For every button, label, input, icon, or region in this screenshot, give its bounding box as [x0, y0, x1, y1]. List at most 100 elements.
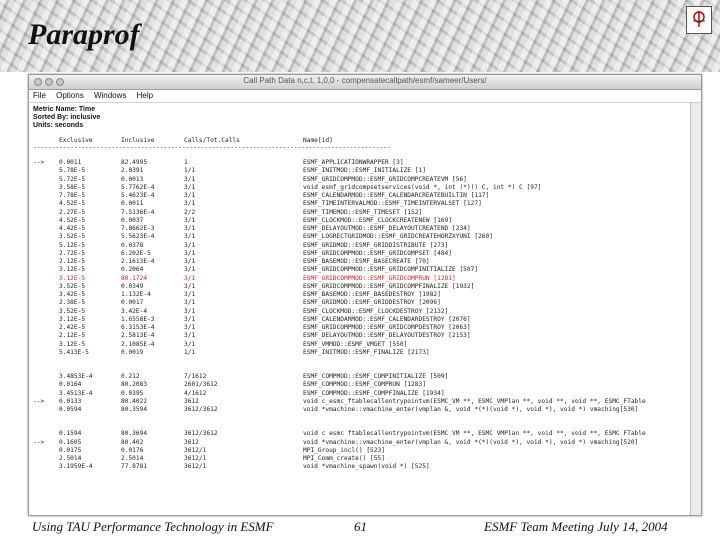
inclusive-cell: 2.0391 [121, 167, 144, 175]
table-row[interactable]: 4.52E-5 0.0037 3/1 ESMF_CLOCKMOD::ESMF_CLOC… [33, 217, 691, 225]
inclusive-cell: 0.0037 [121, 216, 144, 224]
table-row[interactable]: --> 0.0133 80.4022 3612 void c_esmc_ftableca… [33, 398, 691, 406]
calls-cell: 3/1 [184, 183, 196, 191]
calls-cell: 1/1 [184, 348, 196, 356]
table-row[interactable]: 4.52E-5 0.0011 3/1 ESMF_TIMEINTERVALMOD::ES… [33, 200, 691, 208]
table-row[interactable]: 2.12E-5 2.5813E-4 3/1 ESMF_DELAYOUTMOD::ESM… [33, 332, 691, 340]
menu-help[interactable]: Help [137, 91, 153, 100]
exclusive-cell: 3.12E-5 [59, 274, 86, 282]
table-row[interactable]: 0.0594 80.3594 3612/3612 void *vmachine::vm… [33, 406, 691, 414]
function-name-cell: ESMF_INITMOD::ESMF_FINALIZE [2173] [303, 348, 430, 356]
focus-marker [33, 316, 59, 324]
inclusive-cell: 80.3694 [121, 430, 148, 438]
inclusive-cell: 2.5813E-4 [121, 332, 155, 340]
inclusive-cell: 5.4623E-4 [121, 192, 155, 199]
table-row[interactable]: 3.12E-5 80.1724 3/1 ESMF_GRIDCOMPMOD::ESMF_… [33, 275, 691, 283]
function-name-cell: void c esmc ftablecallentrypointvm(ESMC … [303, 430, 646, 438]
table-row[interactable]: 5.78E-5 2.0391 1/1 ESMF_INITMOD::ESMF_INITI… [33, 167, 691, 175]
table-row[interactable]: 0.0175 0.0176 3612/1 MPI_Group_incl() [523] [33, 447, 691, 455]
table-row[interactable]: 2.38E-5 0.0017 3/1 ESMF_GRIDMOD::ESMF_GRIDD… [33, 299, 691, 307]
menu-bar: File Options Windows Help [29, 90, 701, 103]
window-titlebar[interactable]: Call Path Data n,c,t, 1,0,0 - compensate… [29, 75, 701, 90]
exclusive-cell: 3.42E-5 [59, 291, 86, 298]
table-row[interactable]: 3.52E-5 3.42E-4 3/1 ESMF_CLOCKMOD::ESMF_CLO… [33, 308, 691, 316]
slide-title: Paraprof [28, 18, 140, 51]
table-row[interactable]: --> 0.0011 82.4995 1 ESMF_APPLICATIONWRAPPER… [33, 159, 691, 167]
column-exclusive: Exclusive [59, 137, 93, 144]
menu-file[interactable]: File [33, 91, 46, 100]
call-path-block-2: 3.4853E-4 0.212 7/1612 ESMF_COMPMOD::ESMF_C… [33, 373, 691, 414]
calls-cell: 3612/1 [184, 455, 207, 462]
inclusive-cell: 80.4022 [121, 397, 148, 405]
focus-marker [33, 200, 59, 208]
column-name: Name[id] [303, 137, 333, 144]
menu-windows[interactable]: Windows [94, 91, 126, 100]
exclusive-cell: 0.0011 [59, 159, 82, 166]
calls-cell: 3/1 [184, 291, 196, 298]
function-name-cell: ESMF_GRIDCOMPMOD::ESMF_GRIDCOMPSET [484] [303, 249, 453, 257]
table-row[interactable]: 3.1959E-4 77.8781 3612/1 void *vmachine_spa… [33, 463, 691, 471]
table-row[interactable]: 4.42E-5 7.8662E-3 3/1 ESMF_DELAYOUTMOD::ESM… [33, 225, 691, 233]
calls-cell: 3/1 [184, 332, 196, 340]
metric-name-line: Metric Name: Time [33, 106, 96, 113]
table-row[interactable]: 2.12E-5 2.1613E-4 3/1 ESMF_BASEMOD::ESMF_BA… [33, 258, 691, 266]
table-row[interactable]: 3.12E-5 1.6558E-3 3/1 ESMF_CALENDARMOD::ESM… [33, 316, 691, 324]
calls-cell: 3/1 [184, 266, 196, 274]
inclusive-cell: 3.42E-4 [121, 307, 148, 315]
table-row[interactable]: 3.12E-5 2.1085E-4 3/1 ESMF_VMMOD::ESMF_VMGE… [33, 341, 691, 349]
column-headers: Exclusive Inclusive Calls/Tot.Calls Name… [33, 137, 691, 145]
calls-cell: 1/1 [184, 167, 196, 175]
table-row[interactable]: 7.78E-5 5.4623E-4 3/1 ESMF_CALENDARMOD::ESM… [33, 192, 691, 200]
inclusive-cell: 5.7762E-4 [121, 183, 155, 191]
focus-marker [33, 324, 59, 332]
menu-options[interactable]: Options [56, 91, 84, 100]
call-path-report[interactable]: Metric Name: Time Sorted By: inclusive U… [29, 103, 691, 515]
exclusive-cell: 0.0594 [59, 406, 82, 413]
function-name-cell: MPI_Group_incl() [523] [303, 446, 385, 454]
exclusive-cell: 0.1605 [59, 438, 82, 446]
focus-marker [33, 209, 59, 217]
table-row[interactable]: 3.52E-5 5.5623E-4 3/1 ESMF_LOGRECTGRIDMOD::… [33, 233, 691, 241]
table-row[interactable]: 5.12E-5 0.0378 3/1 ESMF_GRIDMOD::ESMF_GRIDD… [33, 242, 691, 250]
focus-marker [33, 258, 59, 266]
table-row[interactable]: 3.4513E-4 0.0395 4/1612 ESMF_COMPMOD::ESMF_… [33, 390, 691, 398]
table-row[interactable]: 2.42E-5 6.3153E-4 3/1 ESMF_GRIDCOMPMOD::ESM… [33, 324, 691, 332]
exclusive-cell: 3.58E-5 [59, 183, 86, 191]
exclusive-cell: 2.27E-5 [59, 208, 86, 216]
focus-marker: --> [33, 159, 45, 166]
table-row[interactable]: 3.58E-5 5.7762E-4 3/1 void esmf_gridcompset… [33, 184, 691, 192]
calls-cell: 1 [184, 159, 188, 166]
exclusive-cell: 3.52E-5 [59, 233, 86, 241]
focus-marker [33, 176, 59, 184]
calls-cell: 3/1 [184, 274, 196, 282]
exclusive-cell: 0.0175 [59, 446, 82, 454]
table-row[interactable]: 0.0164 80.2083 2601/3612 ESMF_COMPMOD::ESMF… [33, 381, 691, 389]
table-row[interactable]: 3.52E-5 0.0349 3/1 ESMF_GRIDCOMPMOD::ESMF_G… [33, 283, 691, 291]
calls-cell: 3/1 [184, 340, 196, 348]
table-row[interactable]: 3.4853E-4 0.212 7/1612 ESMF_COMPMOD::ESMF_C… [33, 373, 691, 381]
footer-left: Using TAU Performance Technology in ESMF [32, 519, 274, 534]
table-row[interactable]: 0.1594 80.3694 3612/3612 void c esmc ftable… [33, 430, 691, 438]
calls-cell: 2/2 [184, 208, 196, 216]
table-row[interactable]: 2.27E-5 7.5136E-4 2/2 ESMF_TIMEMOD::ESMF_TI… [33, 209, 691, 217]
table-row[interactable]: 5.413E-5 0.0019 1/1 ESMF_INITMOD::ESMF_FINA… [33, 349, 691, 357]
function-name-cell: ESMF_GRIDCOMPMOD::ESMF_GRIDCOMPRUN [1281… [303, 274, 456, 282]
inclusive-cell: 2.1613E-4 [121, 258, 155, 265]
calls-cell: 3/1 [184, 324, 196, 331]
column-calls: Calls/Tot.Calls [184, 137, 240, 144]
table-row[interactable]: 3.12E-5 0.2064 3/1 ESMF_GRIDCOMPMOD::ESMF_G… [33, 266, 691, 274]
exclusive-cell: 2.72E-5 [59, 249, 86, 257]
table-row[interactable]: --> 0.1605 80.402 3612 void *vmachine::vmach… [33, 439, 691, 447]
function-name-cell: ESMF_VMMOD::ESMF_VMGET [550] [303, 340, 408, 348]
slide-number: 61 [354, 519, 367, 534]
vertical-scrollbar[interactable] [690, 103, 701, 515]
table-row[interactable]: 5.72E-5 0.0013 3/1 ESMF_GRIDCOMPMOD::ESMF_G… [33, 176, 691, 184]
inclusive-cell: 0.0378 [121, 241, 144, 249]
calls-cell: 3612 [184, 397, 199, 405]
calls-cell: 7/1612 [184, 373, 207, 380]
table-row[interactable]: 2.5014 2.5014 3612/1 MPI_Comm_create() [55] [33, 455, 691, 463]
exclusive-cell: 3.12E-5 [59, 266, 86, 274]
exclusive-cell: 3.4513E-4 [59, 389, 93, 397]
table-row[interactable]: 3.42E-5 1.132E-4 3/1 ESMF_BASEMOD::ESMF_BAS… [33, 291, 691, 299]
table-row[interactable]: 2.72E-5 6.202E-5 3/1 ESMF_GRIDCOMPMOD::ESMF… [33, 250, 691, 258]
